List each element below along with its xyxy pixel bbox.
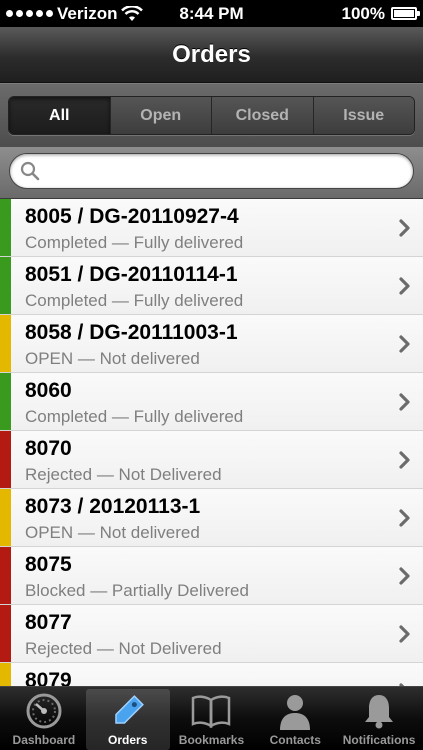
person-icon [275, 692, 315, 730]
filter-segmented-control: All Open Closed Issue [8, 96, 415, 135]
battery-area: 100% [341, 3, 420, 24]
status-indicator [0, 605, 11, 662]
order-title: 8051 / DG-20110114-1 [25, 263, 238, 286]
status-bar: Verizon 8:44 PM 100% [0, 0, 423, 27]
order-row[interactable]: 8079 [0, 663, 423, 686]
order-status-text: OPEN — Not delivered [25, 349, 200, 368]
tab-bar: Dashboard Orders Bookmarks Contacts Notifica… [0, 686, 423, 750]
tab-label: Orders [108, 733, 148, 747]
order-title: 8070 [25, 437, 72, 460]
chevron-right-icon [399, 509, 410, 527]
battery-fill [394, 10, 414, 17]
navigation-bar: Orders [0, 27, 423, 83]
order-title: 8073 / 20120113-1 [25, 495, 201, 518]
status-indicator [0, 489, 11, 546]
tab-dashboard[interactable]: Dashboard [2, 689, 86, 750]
status-indicator [0, 431, 11, 488]
segment-closed[interactable]: Closed [211, 97, 313, 134]
tab-label: Bookmarks [178, 733, 245, 747]
status-indicator [0, 257, 11, 314]
order-status-text: OPEN — Not delivered [25, 523, 200, 542]
segment-issue[interactable]: Issue [312, 97, 414, 134]
page-title: Orders [172, 40, 251, 68]
search-icon [20, 161, 40, 181]
chevron-right-icon [399, 393, 410, 411]
chevron-right-icon [399, 451, 410, 469]
speedometer-icon [24, 692, 64, 730]
tag-icon [108, 692, 148, 730]
order-title: 8060 [25, 379, 72, 402]
tab-label: Notifications [342, 733, 416, 747]
order-row[interactable]: 8058 / DG-20111003-1 OPEN — Not delivered [0, 315, 423, 373]
status-indicator [0, 373, 11, 430]
search-input[interactable] [46, 162, 413, 180]
order-title: 8005 / DG-20110927-4 [25, 205, 239, 228]
order-row[interactable]: 8051 / DG-20110114-1 Completed — Fully de… [0, 257, 423, 315]
tab-notifications[interactable]: Notifications [337, 689, 421, 750]
status-indicator [0, 547, 11, 604]
tab-orders[interactable]: Orders [85, 689, 170, 750]
book-icon [191, 692, 231, 730]
search-field[interactable] [9, 153, 414, 189]
signal-icon [6, 10, 53, 17]
chevron-right-icon [399, 277, 410, 295]
chevron-right-icon [399, 567, 410, 585]
order-title: 8077 [25, 611, 72, 634]
status-indicator [0, 663, 11, 686]
tab-bookmarks[interactable]: Bookmarks [170, 689, 254, 750]
order-row[interactable]: 8070 Rejected — Not Delivered [0, 431, 423, 489]
order-status-text: Blocked — Partially Delivered [25, 581, 249, 600]
status-indicator [0, 199, 11, 256]
order-row[interactable]: 8060 Completed — Fully delivered [0, 373, 423, 431]
segment-open[interactable]: Open [109, 97, 211, 134]
battery-percent: 100% [341, 3, 385, 23]
segment-all[interactable]: All [9, 97, 110, 134]
order-row[interactable]: 8077 Rejected — Not Delivered [0, 605, 423, 663]
order-status-text: Rejected — Not Delivered [25, 465, 222, 484]
order-status-text: Completed — Fully delivered [25, 233, 244, 252]
chevron-right-icon [399, 335, 410, 353]
order-row[interactable]: 8073 / 20120113-1 OPEN — Not delivered [0, 489, 423, 547]
carrier-name: Verizon [57, 3, 118, 23]
order-title: 8079 [25, 669, 72, 686]
order-title: 8058 / DG-20111003-1 [25, 321, 238, 344]
order-status-text: Rejected — Not Delivered [25, 639, 222, 658]
tab-label: Dashboard [12, 733, 76, 747]
status-indicator [0, 315, 11, 372]
order-status-text: Completed — Fully delivered [25, 407, 244, 426]
order-row[interactable]: 8075 Blocked — Partially Delivered [0, 547, 423, 605]
carrier-area: Verizon [6, 3, 144, 24]
bell-icon [359, 692, 399, 730]
orders-list: 8005 / DG-20110927-4 Completed — Fully de… [0, 199, 423, 686]
chevron-right-icon [399, 219, 410, 237]
filter-area: All Open Closed Issue [0, 83, 423, 147]
chevron-right-icon [399, 625, 410, 643]
order-row[interactable]: 8005 / DG-20110927-4 Completed — Fully de… [0, 199, 423, 257]
battery-icon [391, 7, 420, 20]
order-title: 8075 [25, 553, 72, 576]
tab-contacts[interactable]: Contacts [253, 689, 337, 750]
search-bar [0, 147, 423, 199]
tab-label: Contacts [269, 733, 321, 747]
order-status-text: Completed — Fully delivered [25, 291, 244, 310]
wifi-icon [121, 5, 144, 21]
